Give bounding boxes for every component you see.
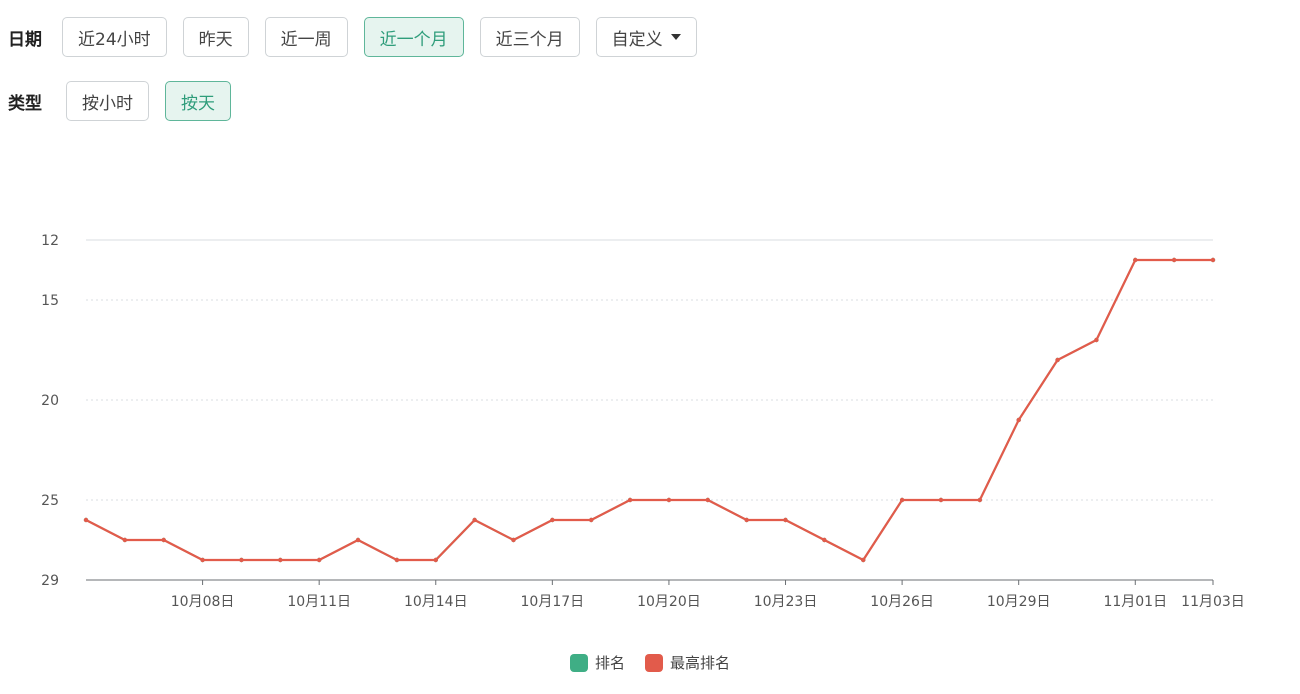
data-point-1 — [744, 517, 749, 523]
data-point-1 — [861, 557, 866, 563]
x-tick-label: 11月01日 — [1103, 594, 1167, 610]
x-tick-label: 10月11日 — [287, 594, 351, 610]
data-point-1 — [666, 497, 672, 503]
y-tick-label: 25 — [41, 493, 59, 509]
data-point-1 — [899, 497, 905, 503]
legend-label-best-rank: 最高排名 — [670, 654, 731, 672]
rank-line-chart: 12 15 20 25 29 10月08日 10月11日 10月14日 10月17日 10月20日… — [41, 233, 1245, 610]
data-point-1 — [394, 557, 400, 563]
data-point-1 — [161, 537, 166, 543]
data-point-1 — [316, 557, 322, 563]
data-point-1 — [1055, 357, 1060, 363]
data-point-1 — [938, 497, 944, 503]
data-point-1 — [472, 517, 477, 523]
data-point-1 — [200, 557, 205, 563]
y-tick-label: 15 — [41, 293, 59, 309]
chart-legend: 排名 最高排名 — [0, 652, 1300, 673]
series-line-1 — [85, 258, 1213, 562]
data-point-1 — [1094, 337, 1099, 343]
data-point-1 — [122, 537, 128, 543]
data-point-1 — [1016, 417, 1021, 423]
data-point-1 — [627, 497, 633, 503]
data-point-1 — [83, 517, 89, 523]
x-tick-label: 10月23日 — [754, 594, 818, 610]
data-point-1 — [239, 557, 244, 563]
legend-swatch-best-rank — [645, 653, 663, 672]
legend-item-best-rank[interactable]: 最高排名 — [645, 652, 730, 673]
data-point-1 — [977, 497, 983, 503]
data-point-1 — [278, 557, 283, 563]
legend-swatch-rank — [569, 653, 588, 672]
legend-item-rank[interactable]: 排名 — [569, 652, 625, 673]
data-point-1 — [705, 497, 710, 503]
x-tick-label: 10月17日 — [521, 594, 585, 610]
x-tick-label: 10月08日 — [171, 594, 235, 610]
y-tick-label: 20 — [41, 393, 59, 409]
data-point-1 — [1171, 257, 1177, 263]
y-tick-label: 12 — [41, 233, 59, 249]
data-point-1 — [589, 517, 594, 523]
x-tick-label: 11月03日 — [1181, 594, 1245, 610]
y-tick-label: 29 — [41, 573, 59, 589]
data-point-1 — [783, 517, 788, 523]
data-point-1 — [1133, 257, 1138, 263]
x-tick-label: 10月29日 — [987, 594, 1051, 610]
data-point-1 — [822, 537, 827, 543]
x-tick-label: 10月20日 — [637, 594, 701, 610]
data-point-1 — [1210, 257, 1216, 263]
data-point-1 — [511, 537, 516, 543]
x-tick-label: 10月26日 — [870, 594, 934, 610]
data-point-1 — [550, 517, 555, 523]
legend-label-rank: 排名 — [594, 654, 625, 672]
data-point-1 — [433, 557, 438, 563]
x-tick-label: 10月14日 — [404, 594, 468, 610]
series-line-0 — [85, 259, 1213, 561]
data-point-1 — [355, 537, 361, 543]
